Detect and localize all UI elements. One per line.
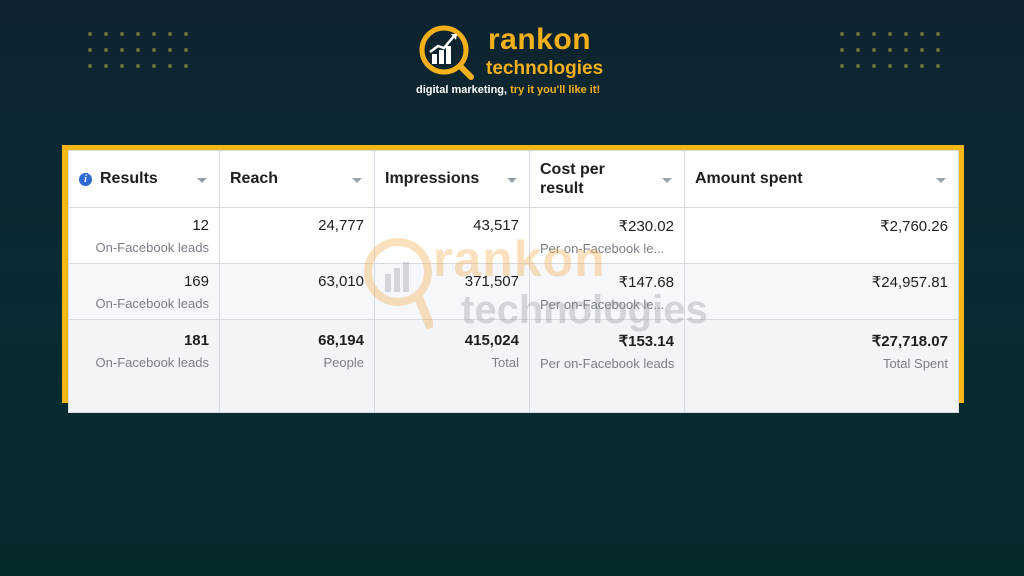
- sort-caret-icon[interactable]: [197, 178, 207, 183]
- reach-value: 63,010: [318, 273, 364, 290]
- total-cost-sub: Per on-Facebook leads: [540, 356, 675, 371]
- table-total-row: 181 On-Facebook leads 68,194 People 415,02…: [68, 319, 959, 413]
- impressions-value: 43,517: [473, 217, 519, 234]
- header-results-label: Results: [100, 170, 158, 187]
- cell-results: 12 On-Facebook leads: [68, 207, 220, 264]
- ads-results-table: i Results Reach Impressions Cost per resu…: [68, 150, 959, 413]
- results-value: 12: [192, 217, 209, 234]
- cell-impressions: 43,517: [374, 207, 530, 264]
- logo-magnifier-icon: [419, 25, 474, 80]
- total-results: 181 On-Facebook leads: [68, 319, 220, 413]
- reach-value: 24,777: [318, 217, 364, 234]
- total-impressions-sub: Total: [491, 355, 519, 370]
- brand-logo: rankon technologies digital marketing, t…: [416, 22, 616, 100]
- cell-reach: 63,010: [219, 263, 375, 320]
- brand-name: rankon: [488, 23, 592, 56]
- table-row: 169 On-Facebook leads 63,010 371,507 ₹147…: [68, 263, 959, 320]
- results-sub: On-Facebook leads: [95, 296, 209, 311]
- header-amount-label: Amount spent: [695, 170, 803, 187]
- total-reach-value: 68,194: [318, 332, 364, 349]
- cell-cost: ₹230.02 Per on-Facebook le...: [529, 207, 685, 264]
- total-results-sub: On-Facebook leads: [95, 355, 209, 370]
- header-reach-label: Reach: [230, 170, 279, 187]
- sort-caret-icon[interactable]: [936, 178, 946, 183]
- brand-tagline: digital marketing, try it you'll like it…: [416, 84, 600, 96]
- header-cost-label: Cost per result: [540, 161, 605, 197]
- impressions-value: 371,507: [464, 273, 519, 290]
- brand-subtitle: technologies: [486, 58, 604, 79]
- cost-value: ₹147.68: [618, 274, 674, 291]
- total-reach-sub: People: [323, 355, 364, 370]
- header-impressions-label: Impressions: [385, 170, 480, 187]
- column-header-reach[interactable]: Reach: [219, 150, 375, 208]
- total-reach: 68,194 People: [219, 319, 375, 413]
- sort-caret-icon[interactable]: [662, 178, 672, 183]
- total-impressions-value: 415,024: [464, 332, 519, 349]
- column-header-cost-per-result[interactable]: Cost per result: [529, 150, 685, 208]
- tagline-highlight: try it you'll like it!: [510, 84, 601, 96]
- dot-grid-left: [88, 32, 188, 68]
- total-amount-sub: Total Spent: [882, 356, 948, 371]
- total-results-value: 181: [183, 332, 209, 349]
- total-cost: ₹153.14 Per on-Facebook leads: [529, 319, 685, 413]
- total-cost-value: ₹153.14: [618, 333, 674, 350]
- total-amount-value: ₹27,718.07: [871, 333, 948, 350]
- tagline-prefix: digital marketing,: [416, 84, 511, 96]
- cost-value: ₹230.02: [618, 218, 674, 235]
- cost-sub: Per on-Facebook le...: [540, 297, 665, 312]
- info-icon[interactable]: i: [79, 173, 92, 186]
- amount-value: ₹24,957.81: [871, 274, 948, 291]
- dot-grid-right: [840, 32, 940, 68]
- cell-amount: ₹2,760.26: [684, 207, 959, 264]
- cell-results: 169 On-Facebook leads: [68, 263, 220, 320]
- cell-impressions: 371,507: [374, 263, 530, 320]
- column-header-impressions[interactable]: Impressions: [374, 150, 530, 208]
- cell-cost: ₹147.68 Per on-Facebook le...: [529, 263, 685, 320]
- table-frame: i Results Reach Impressions Cost per resu…: [62, 145, 964, 413]
- results-sub: On-Facebook leads: [95, 240, 209, 255]
- results-value: 169: [183, 273, 209, 290]
- sort-caret-icon[interactable]: [507, 178, 517, 183]
- column-header-amount-spent[interactable]: Amount spent: [684, 150, 959, 208]
- sort-caret-icon[interactable]: [352, 178, 362, 183]
- total-impressions: 415,024 Total: [374, 319, 530, 413]
- amount-value: ₹2,760.26: [880, 218, 948, 235]
- total-amount: ₹27,718.07 Total Spent: [684, 319, 959, 413]
- cell-reach: 24,777: [219, 207, 375, 264]
- table-row: 12 On-Facebook leads 24,777 43,517 ₹230.0…: [68, 207, 959, 264]
- cost-sub: Per on-Facebook le...: [540, 241, 665, 256]
- cell-amount: ₹24,957.81: [684, 263, 959, 320]
- column-header-results[interactable]: i Results: [68, 150, 220, 208]
